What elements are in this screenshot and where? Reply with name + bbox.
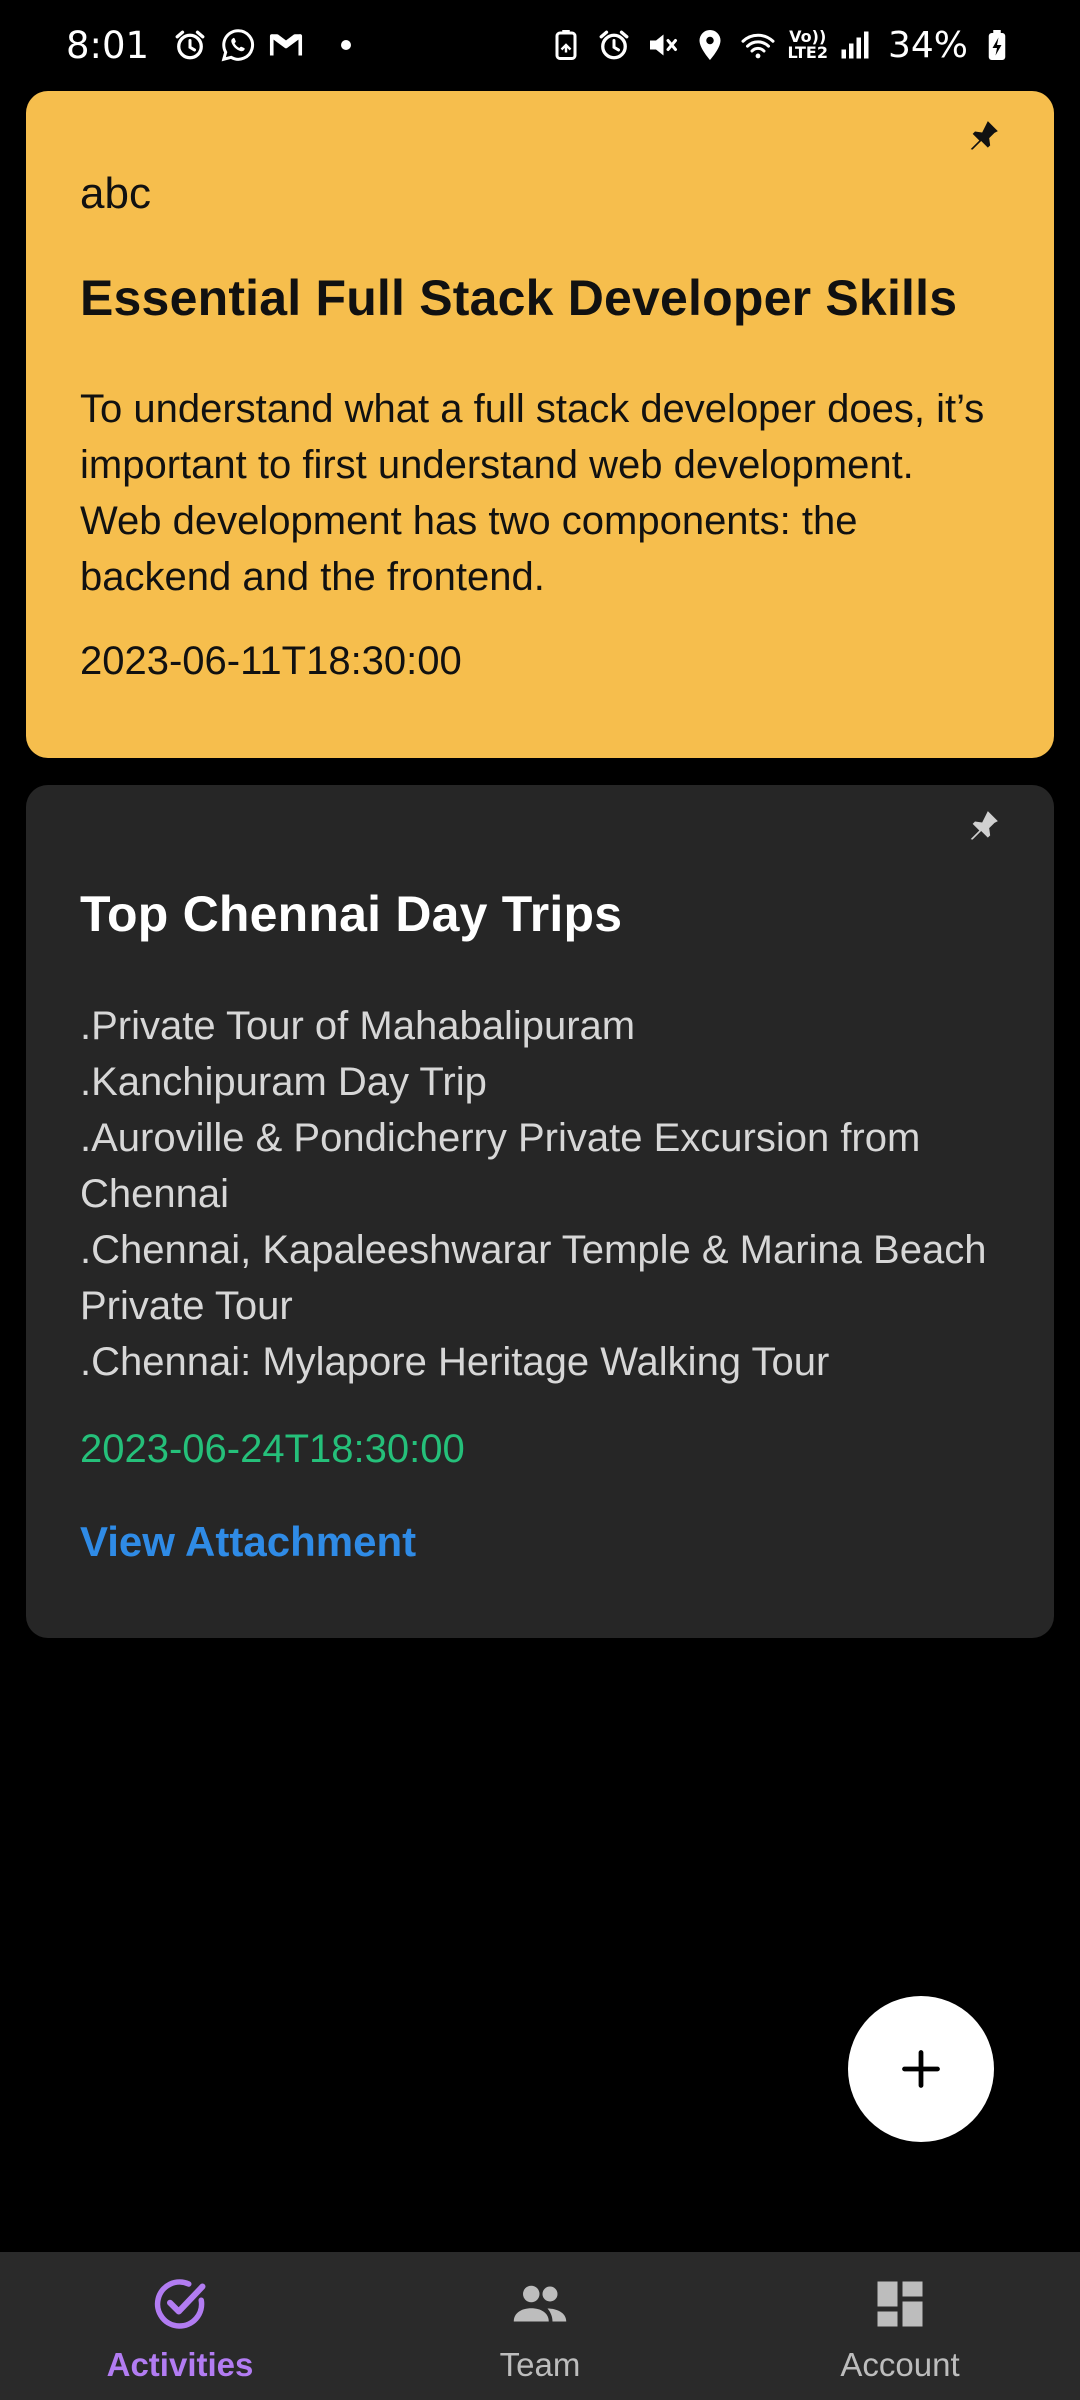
note-body-line: .Auroville & Pondicherry Private Excursi…	[80, 1116, 921, 1216]
note-title: Top Chennai Day Trips	[80, 886, 623, 942]
pin-icon[interactable]	[962, 117, 1002, 157]
alarm-icon	[169, 24, 211, 66]
check-circle-icon	[150, 2274, 210, 2334]
whatsapp-icon	[217, 24, 259, 66]
battery-percent: 34%	[887, 24, 968, 66]
battery-charging-icon	[976, 24, 1018, 66]
battery-saver-icon	[545, 24, 587, 66]
nav-item-team[interactable]: Team	[360, 2252, 720, 2400]
note-date: 2023-06-24T18:30:00	[80, 1427, 465, 1471]
note-card[interactable]: Top Chennai Day Trips .Private Tour of M…	[26, 785, 1054, 1638]
note-date: 2023-06-11T18:30:00	[80, 639, 462, 683]
note-body-line: .Chennai, Kapaleeshwarar Temple & Marina…	[80, 1228, 987, 1328]
plus-icon	[899, 2047, 943, 2091]
network-type-label: Vo)) LTE2	[787, 29, 828, 61]
dashboard-icon	[870, 2274, 930, 2334]
note-body-line: .Private Tour of Mahabalipuram	[80, 1004, 636, 1048]
nav-item-activities[interactable]: Activities	[0, 2252, 360, 2400]
gmail-icon	[265, 24, 307, 66]
bottom-navigation: Activities Team Account	[0, 2252, 1080, 2400]
location-icon	[689, 24, 731, 66]
wifi-icon	[737, 24, 779, 66]
signal-icon	[834, 24, 876, 66]
note-body-line: .Kanchipuram Day Trip	[80, 1060, 487, 1104]
view-attachment-link[interactable]: View Attachment	[80, 1518, 416, 1566]
notification-dot	[341, 40, 352, 50]
note-card[interactable]: abc Essential Full Stack Developer Skill…	[26, 91, 1054, 758]
people-icon	[510, 2274, 570, 2334]
note-body-line: .Chennai: Mylapore Heritage Walking Tour	[80, 1340, 830, 1384]
nav-label: Team	[499, 2346, 581, 2383]
nav-item-account[interactable]: Account	[720, 2252, 1080, 2400]
note-body: .Private Tour of Mahabalipuram .Kanchipu…	[80, 998, 1000, 1390]
pin-icon[interactable]	[962, 807, 1002, 847]
status-bar: 8:01 Vo)) LTE2 34%	[0, 0, 1080, 90]
note-label: abc	[80, 169, 151, 218]
nav-label: Activities	[106, 2346, 254, 2383]
status-bar-left: 8:01	[66, 23, 352, 67]
nav-label: Account	[840, 2346, 960, 2383]
alarm-icon	[593, 24, 635, 66]
status-bar-right: Vo)) LTE2 34%	[543, 24, 1022, 66]
note-body: To understand what a full stack develope…	[80, 387, 985, 599]
add-note-button[interactable]	[848, 1996, 994, 2142]
note-title: Essential Full Stack Developer Skills	[80, 270, 958, 326]
mute-icon	[641, 24, 683, 66]
lte-label: LTE2	[787, 43, 828, 62]
status-time: 8:01	[66, 23, 150, 67]
